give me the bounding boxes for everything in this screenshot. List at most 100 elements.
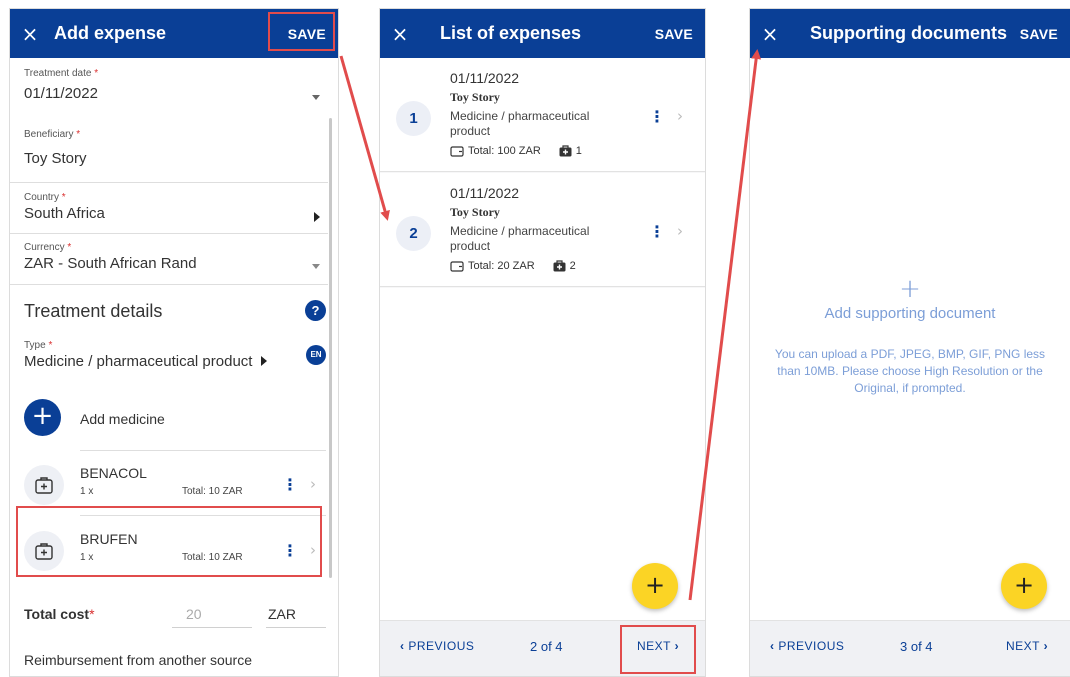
currency-label: Currency * bbox=[24, 242, 322, 253]
currency-value: ZAR - South African Rand bbox=[24, 255, 197, 272]
medicine-kit-icon bbox=[24, 465, 64, 505]
page-indicator: 3 of 4 bbox=[900, 639, 933, 654]
add-medicine-label[interactable]: Add medicine bbox=[80, 411, 165, 427]
add-document-link[interactable]: Add supporting document bbox=[750, 305, 1070, 322]
previous-button[interactable]: ‹ PREVIOUS bbox=[770, 639, 844, 653]
add-medicine-button[interactable]: + bbox=[24, 399, 61, 436]
chevron-right-icon[interactable]: › bbox=[677, 222, 683, 240]
chevron-right-icon[interactable]: › bbox=[310, 475, 316, 493]
pager-footer: ‹ PREVIOUS 3 of 4 NEXT › bbox=[750, 620, 1070, 676]
divider bbox=[10, 284, 328, 285]
expense-total: Total: 100 ZAR bbox=[468, 145, 541, 157]
previous-button[interactable]: ‹ PREVIOUS bbox=[400, 639, 474, 653]
required-mark: * bbox=[48, 340, 53, 351]
type-label-text: Type bbox=[24, 340, 46, 351]
scrollbar[interactable] bbox=[329, 118, 332, 578]
expense-beneficiary: Toy Story bbox=[450, 90, 500, 104]
close-icon[interactable]: × bbox=[10, 22, 50, 46]
treatment-date-value: 01/11/2022 bbox=[24, 85, 98, 102]
list-of-expenses-screen: × List of expenses SAVE 1 01/11/2022 Toy… bbox=[379, 8, 706, 677]
expense-list: 1 01/11/2022 Toy Story Medicine / pharma… bbox=[380, 58, 705, 620]
expense-count: 2 bbox=[569, 260, 576, 272]
medicine-name: BENACOL bbox=[80, 465, 147, 481]
expense-beneficiary: Toy Story bbox=[450, 205, 500, 219]
page-title: Supporting documents bbox=[810, 23, 1007, 43]
total-cost-input[interactable]: 20 bbox=[172, 606, 252, 628]
chevron-left-icon: ‹ bbox=[770, 639, 775, 653]
add-expense-fab[interactable]: + bbox=[632, 563, 678, 609]
chevron-right-icon[interactable]: › bbox=[677, 107, 683, 125]
expense-number: 1 bbox=[396, 101, 431, 136]
save-button[interactable]: SAVE bbox=[655, 26, 705, 42]
app-bar: × List of expenses SAVE bbox=[380, 9, 705, 58]
beneficiary-label-text: Beneficiary bbox=[24, 129, 74, 140]
wallet-icon bbox=[450, 261, 464, 272]
total-cost-currency[interactable]: ZAR bbox=[266, 606, 326, 628]
divider bbox=[10, 233, 328, 234]
expense-item[interactable]: 1 01/11/2022 Toy Story Medicine / pharma… bbox=[380, 58, 705, 172]
previous-label: PREVIOUS bbox=[778, 639, 845, 653]
beneficiary-field[interactable]: Beneficiary * Toy Story bbox=[24, 129, 322, 167]
treatment-date-label: Treatment date * bbox=[24, 68, 322, 79]
add-document-plus-icon[interactable]: + bbox=[750, 274, 1070, 304]
beneficiary-label: Beneficiary * bbox=[24, 129, 322, 140]
add-document-fab[interactable]: + bbox=[1001, 563, 1047, 609]
highlight-brufen bbox=[16, 506, 322, 577]
required-mark: * bbox=[67, 242, 72, 253]
form-body: Treatment date * 01/11/2022 Beneficiary … bbox=[10, 58, 338, 676]
beneficiary-value: Toy Story bbox=[24, 150, 87, 167]
highlight-next bbox=[620, 625, 696, 674]
page-title: List of expenses bbox=[440, 23, 582, 43]
app-bar: × Supporting documents SAVE bbox=[750, 9, 1070, 58]
expense-meta: Total: 100 ZAR 1 bbox=[450, 145, 582, 157]
medical-bag-icon bbox=[559, 145, 572, 157]
close-icon[interactable]: × bbox=[750, 22, 790, 46]
chevron-right-icon: › bbox=[1043, 639, 1049, 653]
next-label: NEXT bbox=[1006, 639, 1040, 653]
medicine-qty: 1 x bbox=[80, 486, 94, 497]
language-badge[interactable]: EN bbox=[306, 345, 326, 365]
expense-type: Medicine / pharmaceutical product bbox=[450, 224, 590, 253]
currency-label-text: Currency bbox=[24, 242, 65, 253]
country-label-text: Country bbox=[24, 192, 60, 203]
kebab-menu-icon[interactable]: ⋮ bbox=[649, 109, 665, 125]
treatment-date-label-text: Treatment date bbox=[24, 68, 92, 79]
type-field[interactable]: Type * Medicine / pharmaceutical product bbox=[24, 340, 322, 370]
expense-total: Total: 20 ZAR bbox=[468, 260, 535, 272]
upload-hint: You can upload a PDF, JPEG, BMP, GIF, PN… bbox=[774, 347, 1046, 395]
treatment-date-field[interactable]: Treatment date * 01/11/2022 bbox=[24, 68, 322, 102]
highlight-save bbox=[268, 12, 335, 51]
kebab-menu-icon[interactable]: ⋮ bbox=[649, 224, 665, 240]
divider bbox=[80, 450, 326, 451]
reimbursement-label[interactable]: Reimbursement from another source bbox=[24, 652, 252, 668]
medicine-total: Total: 10 ZAR bbox=[182, 486, 243, 497]
section-title: Treatment details bbox=[24, 301, 163, 321]
type-value-text: Medicine / pharmaceutical product bbox=[24, 353, 253, 370]
next-button[interactable]: NEXT › bbox=[1006, 639, 1048, 653]
type-value: Medicine / pharmaceutical product bbox=[24, 353, 322, 370]
total-cost-label-text: Total cost bbox=[24, 606, 90, 622]
caret-down-icon[interactable] bbox=[312, 264, 320, 269]
previous-label: PREVIOUS bbox=[408, 639, 475, 653]
required-mark: * bbox=[94, 68, 99, 79]
save-button[interactable]: SAVE bbox=[1020, 26, 1070, 42]
caret-right-icon[interactable] bbox=[260, 356, 267, 366]
chevron-left-icon: ‹ bbox=[400, 639, 405, 653]
total-cost-label: Total cost* bbox=[24, 606, 95, 622]
expense-number: 2 bbox=[396, 216, 431, 251]
expense-date: 01/11/2022 bbox=[450, 185, 520, 201]
expense-meta: Total: 20 ZAR 2 bbox=[450, 260, 576, 272]
expense-type: Medicine / pharmaceutical product bbox=[450, 109, 590, 138]
page-title: Add expense bbox=[54, 23, 167, 43]
currency-field[interactable]: Currency * ZAR - South African Rand bbox=[24, 242, 322, 272]
expense-item[interactable]: 2 01/11/2022 Toy Story Medicine / pharma… bbox=[380, 173, 705, 287]
caret-down-icon[interactable] bbox=[312, 95, 320, 100]
page-indicator: 2 of 4 bbox=[530, 639, 563, 654]
kebab-menu-icon[interactable]: ⋮ bbox=[282, 477, 298, 493]
medicine-item[interactable]: BENACOL 1 x Total: 10 ZAR ⋮ › bbox=[24, 458, 324, 513]
country-field[interactable]: Country * South Africa bbox=[24, 192, 322, 222]
close-icon[interactable]: × bbox=[380, 22, 420, 46]
documents-body: + Add supporting document You can upload… bbox=[750, 58, 1070, 620]
help-icon[interactable]: ? bbox=[305, 300, 326, 321]
caret-right-icon[interactable] bbox=[314, 212, 320, 222]
